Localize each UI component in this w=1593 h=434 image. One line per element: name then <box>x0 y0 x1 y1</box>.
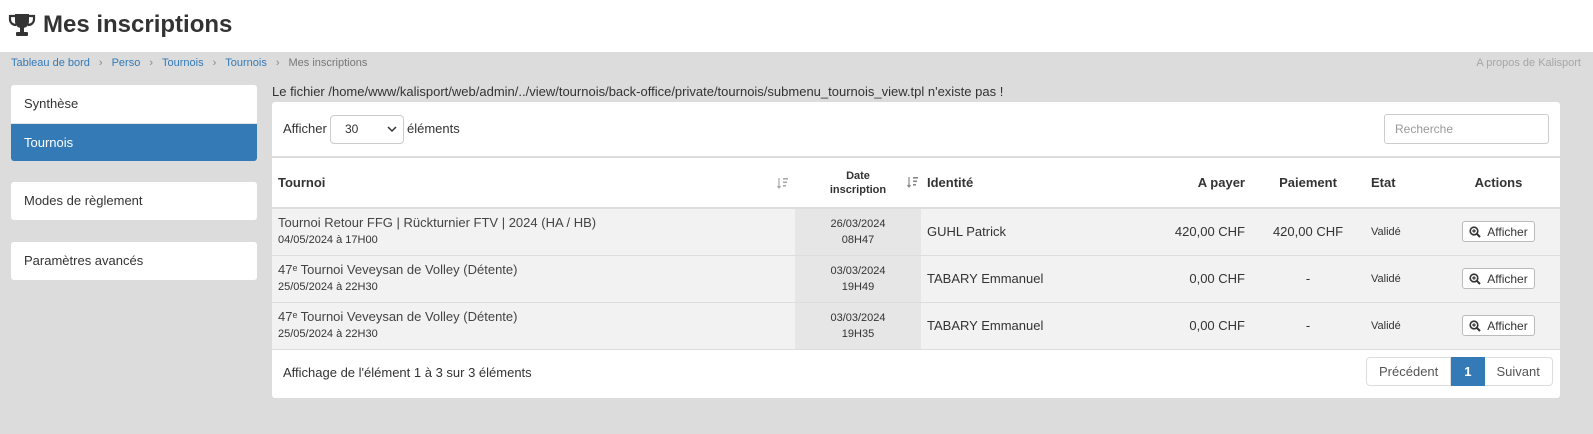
tournoi-cell: Tournoi Retour FFG | Rückturnier FTV | 2… <box>272 208 795 255</box>
column-header-paiement[interactable]: Paiement <box>1251 157 1365 208</box>
sidebar-item-synthese[interactable]: Synthèse <box>11 85 257 123</box>
inscription-date: 03/03/2024 <box>830 264 886 277</box>
page-size-select[interactable]: 30 <box>330 115 404 144</box>
afficher-label: Afficher <box>1487 271 1528 286</box>
date-cell: 03/03/2024 19H35 <box>795 302 921 349</box>
tournoi-name: Tournoi Retour FFG | Rückturnier FTV | 2… <box>278 215 597 231</box>
etat-cell: Validé <box>1365 302 1437 349</box>
a-payer-cell: 0,00 CHF <box>1109 255 1251 302</box>
afficher-button[interactable]: Afficher <box>1462 221 1535 243</box>
tournoi-name: 47ᵉ Tournoi Veveysan de Volley (Détente) <box>278 309 518 324</box>
column-header-tournoi[interactable]: Tournoi <box>272 157 795 208</box>
column-label-inscription: inscription <box>829 183 887 196</box>
sidebar-group-parametres: Paramètres avancés <box>11 242 257 280</box>
next-page-button[interactable]: Suivant <box>1484 357 1553 386</box>
afficher-button[interactable]: Afficher <box>1462 268 1535 289</box>
actions-cell: Afficher <box>1437 302 1560 349</box>
inscription-time: 19H35 <box>841 327 875 340</box>
column-header-identite[interactable]: Identité <box>921 157 1109 208</box>
sort-icon <box>907 177 918 188</box>
actions-cell: Afficher <box>1437 255 1560 302</box>
breadcrumb-item-tournois-sub[interactable]: Tournois <box>225 57 267 69</box>
tournoi-date: 04/05/2024 à 17H00 <box>278 234 378 247</box>
breadcrumb-item-tournois[interactable]: Tournois <box>162 57 204 69</box>
etat-cell: Validé <box>1365 255 1437 302</box>
zoom-in-icon <box>1469 319 1481 332</box>
breadcrumb-separator: › <box>149 57 153 69</box>
show-label: Afficher <box>283 121 327 136</box>
column-header-a-payer[interactable]: A payer <box>1109 157 1251 208</box>
page-header: Mes inscriptions <box>0 0 1593 52</box>
paiement-cell: - <box>1251 302 1365 349</box>
table-header-row: Tournoi Date inscription Identité A paye… <box>272 157 1560 208</box>
sidebar-group-main: Synthèse Tournois <box>11 85 257 161</box>
inscriptions-table: Tournoi Date inscription Identité A paye… <box>272 156 1560 350</box>
sidebar-item-tournois[interactable]: Tournois <box>11 123 257 161</box>
column-header-actions: Actions <box>1474 175 1523 190</box>
table-row: 47ᵉ Tournoi Veveysan de Volley (Détente)… <box>272 255 1560 302</box>
breadcrumb-item-tableau-de-bord[interactable]: Tableau de bord <box>11 57 90 69</box>
previous-page-button[interactable]: Précédent <box>1366 357 1452 386</box>
sort-icon <box>777 178 788 189</box>
table-row: 47ᵉ Tournoi Veveysan de Volley (Détente)… <box>272 302 1560 349</box>
missing-file-notice: Le fichier /home/www/kalisport/web/admin… <box>272 84 1004 99</box>
tournoi-cell: 47ᵉ Tournoi Veveysan de Volley (Détente)… <box>272 302 795 349</box>
chevron-down-icon <box>387 126 397 133</box>
column-label-tournoi: Tournoi <box>278 175 326 190</box>
inscription-time: 19H49 <box>841 280 875 293</box>
identite-cell: TABARY Emmanuel <box>921 255 1109 302</box>
paiement-cell: 420,00 CHF <box>1251 208 1365 255</box>
a-payer-cell: 0,00 CHF <box>1109 302 1251 349</box>
tournoi-name: 47ᵉ Tournoi Veveysan de Volley (Détente) <box>278 262 518 277</box>
sidebar-group-reglement: Modes de règlement <box>11 182 257 220</box>
column-header-date[interactable]: Date inscription <box>795 157 921 208</box>
pagination: Précédent 1 Suivant <box>1366 357 1553 387</box>
breadcrumb-separator: › <box>212 57 217 69</box>
elements-label: éléments <box>407 121 460 136</box>
inscription-time: 08H47 <box>841 233 875 246</box>
zoom-in-icon <box>1469 272 1481 285</box>
breadcrumb-current: Mes inscriptions <box>288 57 368 69</box>
breadcrumb-item-perso[interactable]: Perso <box>112 57 141 69</box>
page-title: Mes inscriptions <box>43 11 233 38</box>
zoom-in-icon <box>1469 226 1481 238</box>
breadcrumb-separator: › <box>275 57 280 69</box>
identite-cell: GUHL Patrick <box>921 208 1109 255</box>
tournoi-date: 25/05/2024 à 22H30 <box>278 281 378 293</box>
a-payer-cell: 420,00 CHF <box>1109 208 1251 255</box>
inscription-date: 03/03/2024 <box>830 311 886 324</box>
column-header-etat[interactable]: Etat <box>1365 157 1437 208</box>
sidebar-item-modes-de-reglement[interactable]: Modes de règlement <box>11 182 257 220</box>
date-cell: 03/03/2024 19H49 <box>795 255 921 302</box>
search-input[interactable] <box>1384 114 1549 144</box>
breadcrumb: Tableau de bord › Perso › Tournois › Tournois ›… <box>11 56 367 70</box>
table-row: Tournoi Retour FFG | Rückturnier FTV | 2… <box>272 208 1560 255</box>
paiement-cell: - <box>1251 255 1365 302</box>
afficher-label: Afficher <box>1487 318 1528 333</box>
inscription-date: 26/03/2024 <box>830 217 886 230</box>
afficher-label: Afficher <box>1487 224 1528 239</box>
tournoi-date: 25/05/2024 à 22H30 <box>278 328 378 340</box>
etat-cell: Validé <box>1365 208 1437 255</box>
afficher-button[interactable]: Afficher <box>1462 315 1535 336</box>
identite-cell: TABARY Emmanuel <box>921 302 1109 349</box>
date-cell: 26/03/2024 08H47 <box>795 208 921 255</box>
page-size-value: 30 <box>345 122 359 136</box>
actions-cell: Afficher <box>1437 208 1560 255</box>
column-label-date: Date <box>846 169 870 182</box>
breadcrumb-separator: › <box>98 57 103 69</box>
inscriptions-panel: Afficher 30 éléments Tournoi Date <box>272 102 1560 398</box>
tournoi-cell: 47ᵉ Tournoi Veveysan de Volley (Détente)… <box>272 255 795 302</box>
sidebar-item-parametres-avances[interactable]: Paramètres avancés <box>11 242 257 280</box>
about-link[interactable]: A propos de Kalisport <box>1476 56 1581 70</box>
page-1-button[interactable]: 1 <box>1451 357 1485 386</box>
trophy-icon <box>8 14 36 36</box>
table-info: Affichage de l'élément 1 à 3 sur 3 éléme… <box>283 365 532 380</box>
